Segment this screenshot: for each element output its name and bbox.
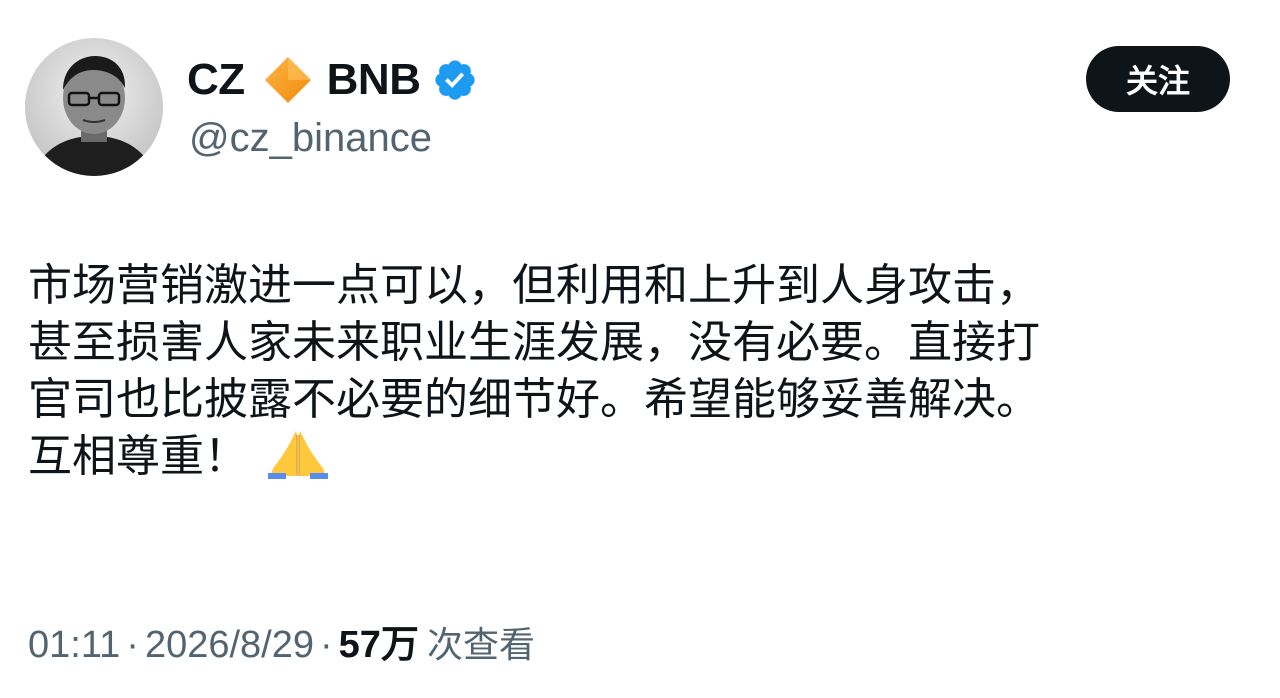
- folded-hands-emoji-icon: [266, 429, 330, 479]
- views-label: 次查看: [426, 625, 535, 666]
- follow-button[interactable]: 关注: [1086, 46, 1230, 112]
- orange-diamond-icon: [261, 53, 315, 107]
- tweet-body: 市场营销激进一点可以，但利用和上升到人身攻击， 甚至损害人家未来职业生涯发展，没…: [28, 257, 1258, 485]
- tweet-line-last: 互相尊重！: [28, 428, 1258, 485]
- display-name-second[interactable]: BNB: [327, 58, 421, 102]
- user-handle[interactable]: @cz_binance: [189, 114, 432, 162]
- tweet-line-text: 互相尊重！: [28, 431, 248, 482]
- display-name-first[interactable]: CZ: [187, 58, 245, 102]
- tweet-meta: 01:11 · 2026/8/29 · 57万 次查看: [28, 617, 535, 674]
- avatar[interactable]: [25, 38, 163, 176]
- verified-badge-icon: [432, 57, 478, 103]
- profile-photo-icon: [25, 38, 163, 176]
- tweet-line: 市场营销激进一点可以，但利用和上升到人身攻击，: [28, 260, 1040, 311]
- display-name-row[interactable]: CZ BNB: [187, 50, 478, 110]
- tweet-header: CZ BNB @cz_binance 关注: [0, 0, 1280, 200]
- views-count[interactable]: 57万: [339, 624, 419, 666]
- meta-separator: ·: [320, 624, 333, 666]
- tweet-line: 官司也比披露不必要的细节好。希望能够妥善解决。: [28, 374, 1040, 425]
- tweet-time[interactable]: 01:11: [28, 624, 120, 666]
- tweet-date[interactable]: 2026/8/29: [145, 624, 314, 666]
- meta-separator: ·: [126, 624, 139, 666]
- tweet-line: 甚至损害人家未来职业生涯发展，没有必要。直接打: [28, 317, 1040, 368]
